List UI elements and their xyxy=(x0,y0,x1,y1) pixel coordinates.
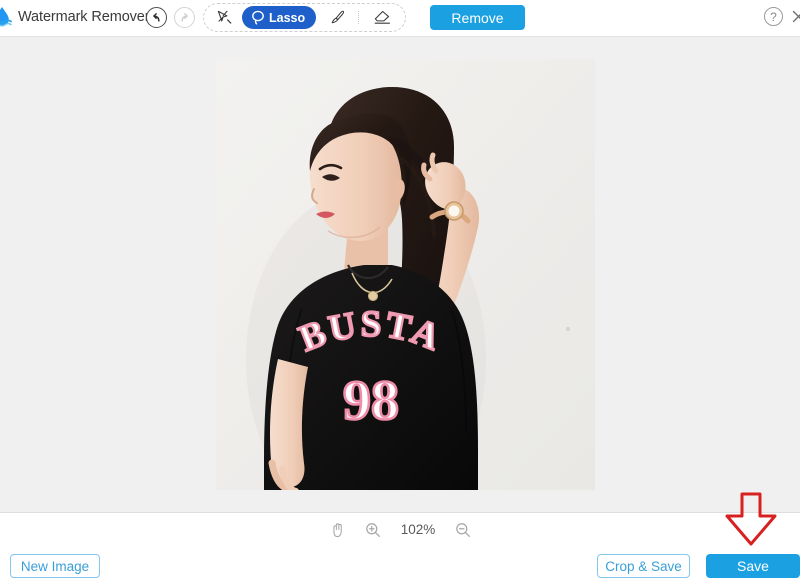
hand-pan-icon[interactable] xyxy=(328,521,346,539)
help-icon[interactable]: ? xyxy=(764,7,783,26)
close-icon[interactable] xyxy=(791,7,800,26)
tool-magic-select[interactable] xyxy=(209,6,239,29)
lasso-icon xyxy=(251,10,265,25)
app-title: Watermark Remover xyxy=(18,9,150,25)
undo-arrow-icon xyxy=(153,13,160,22)
header-right-controls: ? xyxy=(764,7,800,26)
edited-photo[interactable]: BUSTA 98 xyxy=(216,59,595,490)
redo-button[interactable] xyxy=(174,7,195,28)
remove-button[interactable]: Remove xyxy=(430,5,525,30)
brush-icon xyxy=(331,10,344,24)
new-image-button[interactable]: New Image xyxy=(10,554,100,578)
zoom-level-label: 102% xyxy=(400,522,436,537)
tool-brush[interactable] xyxy=(321,6,353,29)
tool-selector-bar: Lasso xyxy=(203,3,406,32)
history-controls xyxy=(146,7,195,28)
shirt-graphic-number: 98 xyxy=(343,370,399,432)
editor-canvas-area[interactable]: BUSTA 98 xyxy=(0,37,800,512)
undo-button[interactable] xyxy=(146,7,167,28)
tool-lasso-label: Lasso xyxy=(269,10,306,25)
zoom-toolbar: 102% xyxy=(0,512,800,546)
watermark-remover-app: Watermark Remover Lasso Remove ? BUSTA 9… xyxy=(0,0,800,584)
tool-divider xyxy=(358,11,360,24)
redo-arrow-icon xyxy=(181,13,188,22)
zoom-in-icon[interactable] xyxy=(364,521,382,539)
save-button[interactable]: Save xyxy=(706,554,800,578)
zoom-out-icon[interactable] xyxy=(454,521,472,539)
photo-illustration: BUSTA 98 xyxy=(216,59,595,490)
crop-and-save-button[interactable]: Crop & Save xyxy=(597,554,690,578)
eraser-icon xyxy=(374,10,390,24)
brand: Watermark Remover xyxy=(0,6,150,28)
app-header: Watermark Remover Lasso Remove ? xyxy=(0,0,800,37)
footer-bar: New Image Crop & Save Save xyxy=(0,545,800,584)
tool-lasso[interactable]: Lasso xyxy=(242,6,317,29)
water-drop-logo-icon xyxy=(0,6,16,28)
tool-eraser[interactable] xyxy=(366,6,398,29)
magic-wand-icon xyxy=(217,10,231,24)
